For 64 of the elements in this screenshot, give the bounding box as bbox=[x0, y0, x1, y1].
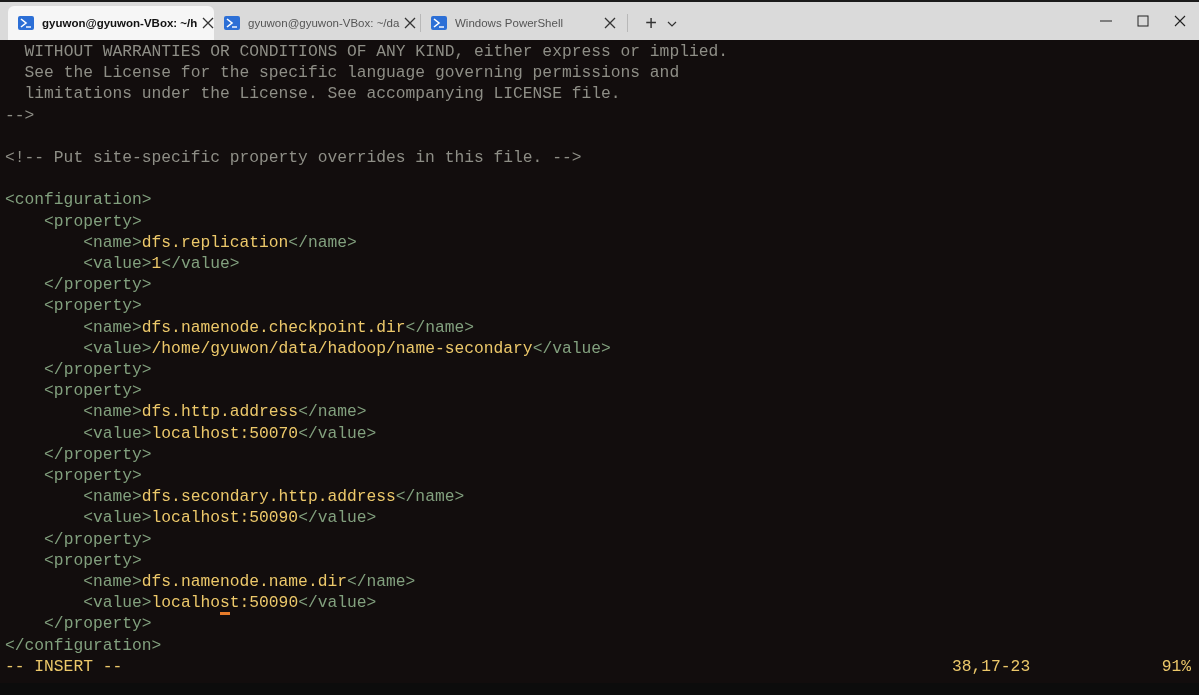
xml-tag: <property> bbox=[44, 296, 142, 316]
xml-tag: </value> bbox=[298, 508, 377, 528]
terminal-tab[interactable]: Windows PowerShell bbox=[421, 6, 627, 40]
xml-tag: </configuration> bbox=[5, 635, 162, 655]
xml-tag: <value> bbox=[83, 338, 152, 358]
xml-tag: <value> bbox=[83, 508, 152, 528]
terminal-tab[interactable]: gyuwon@gyuwon-VBox: ~/h bbox=[8, 6, 214, 40]
xml-tag: <property> bbox=[44, 381, 142, 401]
xml-tag: <value> bbox=[83, 254, 152, 273]
close-icon[interactable] bbox=[201, 16, 216, 30]
xml-value: localhost:50090 bbox=[151, 508, 299, 528]
close-icon[interactable] bbox=[1173, 14, 1187, 28]
xml-value: localhost:50070 bbox=[151, 423, 299, 443]
xml-tag: </name> bbox=[347, 572, 416, 592]
xml-tag: <name> bbox=[83, 402, 142, 422]
comment-text: See the License for the specific language governing permissions and bbox=[24, 63, 680, 83]
xml-value: t:50090 bbox=[229, 593, 299, 613]
xml-value: dfs.namenode.name.dir bbox=[141, 572, 347, 592]
xml-value: 1 bbox=[151, 254, 162, 273]
xml-tag: </property> bbox=[44, 444, 152, 464]
xml-tag: <name> bbox=[83, 572, 142, 592]
xml-tag: </property> bbox=[44, 529, 152, 549]
xml-value: dfs.http.address bbox=[141, 402, 299, 422]
xml-tag: </property> bbox=[44, 360, 152, 379]
xml-tag: </value> bbox=[298, 593, 377, 613]
terminal-icon bbox=[224, 16, 240, 30]
xml-tag: </name> bbox=[405, 317, 474, 337]
comment-text: limitations under the License. See accompanying LICENSE file. bbox=[24, 84, 621, 104]
xml-tag: </name> bbox=[288, 232, 357, 252]
terminal-tab[interactable]: gyuwon@gyuwon-VBox: ~/da bbox=[214, 6, 420, 40]
maximize-icon[interactable] bbox=[1136, 14, 1150, 28]
terminal-icon bbox=[18, 16, 34, 30]
comment-text: WITHOUT WARRANTIES OR CONDITIONS OF ANY KIND, either express or implied. bbox=[24, 42, 728, 61]
xml-tag: </name> bbox=[298, 402, 367, 422]
xml-tag: </value> bbox=[298, 423, 377, 443]
xml-tag: <property> bbox=[44, 466, 142, 486]
xml-tag: <value> bbox=[83, 423, 152, 443]
xml-value: /home/gyuwon/data/hadoop/name-secondary bbox=[151, 338, 533, 358]
xml-value: dfs.replication bbox=[141, 232, 289, 252]
xml-tag: <name> bbox=[83, 487, 142, 507]
comment-text: --> bbox=[5, 105, 35, 125]
xml-tag: </property> bbox=[44, 614, 152, 634]
xml-tag: </name> bbox=[395, 487, 465, 507]
xml-value: dfs.secondary.http.address bbox=[141, 487, 396, 507]
xml-value: s bbox=[220, 593, 230, 616]
xml-tag: <property> bbox=[44, 550, 142, 570]
xml-value: localho bbox=[151, 593, 220, 613]
xml-tag: <property> bbox=[44, 211, 142, 231]
xml-tag: <value> bbox=[83, 593, 152, 613]
xml-tag: </property> bbox=[44, 275, 152, 295]
xml-tag: </value> bbox=[161, 254, 240, 273]
close-icon[interactable] bbox=[603, 16, 617, 30]
xml-tag: <name> bbox=[83, 317, 142, 337]
new-tab-button[interactable]: + bbox=[636, 6, 666, 40]
terminal-icon bbox=[431, 16, 447, 30]
xml-tag: <configuration> bbox=[5, 190, 152, 210]
scroll-percentage: 91% bbox=[1160, 655, 1191, 678]
cursor-position: 38,17-23 bbox=[952, 655, 1032, 678]
comment-text: <!-- Put site-specific property overrides in this file. --> bbox=[5, 148, 582, 167]
mode-indicator: -- INSERT -- bbox=[5, 655, 123, 678]
close-icon[interactable] bbox=[403, 16, 418, 30]
xml-tag: </value> bbox=[532, 338, 611, 358]
xml-value: dfs.namenode.checkpoint.dir bbox=[141, 317, 406, 337]
xml-tag: <name> bbox=[83, 232, 142, 252]
